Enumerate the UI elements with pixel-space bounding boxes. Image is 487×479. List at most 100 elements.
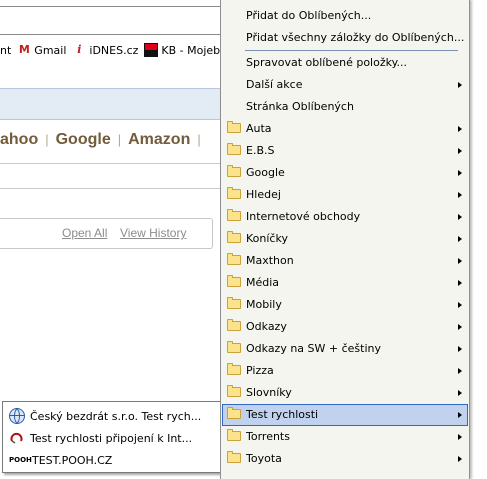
submenu-arrow-icon <box>458 302 462 308</box>
folder-item-mobily[interactable]: Mobily <box>222 294 468 316</box>
gmail-icon: M <box>18 43 30 56</box>
open-all-link[interactable]: Open All <box>62 226 107 240</box>
folder-item-pizza[interactable]: Pizza <box>222 360 468 382</box>
folder-item-google[interactable]: Google <box>222 162 468 184</box>
folder-label: Test rychlosti <box>246 408 319 421</box>
folder-label: Auta <box>246 122 272 135</box>
folder-label: Internetové obchody <box>246 210 361 223</box>
site-link-google[interactable]: Google <box>56 131 111 148</box>
folder-icon <box>227 187 241 199</box>
view-history-link[interactable]: View History <box>120 226 186 240</box>
folder-icon <box>227 253 241 265</box>
submenu-arrow-icon <box>458 258 462 264</box>
kb-icon <box>144 43 159 57</box>
folder-label: Média <box>246 276 280 289</box>
menu-item-manage-favorites[interactable]: Spravovat oblíbené položky... <box>222 52 468 74</box>
folder-icon <box>227 319 241 331</box>
submenu-arrow-icon <box>458 412 462 418</box>
folder-item-hledej[interactable]: Hledej <box>222 184 468 206</box>
folder-icon <box>227 275 241 287</box>
folder-icon <box>227 363 241 375</box>
page-header-band <box>0 88 230 120</box>
folder-item-test-rychlosti[interactable]: Test rychlosti <box>222 404 468 426</box>
folder-icon <box>227 451 241 463</box>
folder-item-odkazy-na-sw[interactable]: Odkazy na SW + češtiny <box>222 338 468 360</box>
menu-item-label: Stránka Oblíbených <box>246 100 354 113</box>
folder-label: Maxthon <box>246 254 294 267</box>
bookmark-idnes[interactable]: i iDNES.cz <box>72 43 138 57</box>
site-link-amazon[interactable]: Amazon <box>128 131 190 148</box>
pooh-icon: POOH <box>9 456 32 464</box>
folder-item-maxthon[interactable]: Maxthon <box>222 250 468 272</box>
folder-icon <box>227 429 241 441</box>
idnes-icon: i <box>77 43 82 56</box>
folder-icon <box>227 121 241 133</box>
menu-item-label: Přidat všechny záložky do Oblíbených... <box>246 31 465 44</box>
folder-item-media[interactable]: Média <box>222 272 468 294</box>
submenu-arrow-icon <box>458 324 462 330</box>
menu-item-label: Přidat do Oblíbených... <box>246 9 372 22</box>
site-link-yahoo[interactable]: ahoo <box>0 131 38 148</box>
autocomplete-item-label: TEST.POOH.CZ <box>32 453 113 467</box>
menu-item-favorites-page[interactable]: Stránka Oblíbených <box>222 96 468 118</box>
folder-icon <box>227 407 241 419</box>
menu-item-label: Další akce <box>246 78 303 91</box>
submenu-arrow-icon <box>458 214 462 220</box>
autocomplete-item[interactable]: Test rychlosti připojení k Int... <box>3 428 220 448</box>
folder-label: E.B.S <box>246 144 275 157</box>
submenu-arrow-icon <box>458 192 462 198</box>
submenu-arrow-icon <box>458 434 462 440</box>
link-separator: | <box>45 132 49 147</box>
folder-label: Google <box>246 166 285 179</box>
globe-icon <box>9 408 25 424</box>
bookmark-gmail[interactable]: M Gmail <box>17 43 67 57</box>
folder-item-torrents[interactable]: Torrents <box>222 426 468 448</box>
folder-label: Torrents <box>246 430 290 443</box>
folder-icon <box>227 209 241 221</box>
folder-item-auta[interactable]: Auta <box>222 118 468 140</box>
history-box: Open All View History <box>0 218 213 249</box>
submenu-arrow-icon <box>458 126 462 132</box>
address-bar[interactable] <box>0 6 226 35</box>
bookmark-gmail-label: Gmail <box>34 43 67 57</box>
folder-icon <box>227 231 241 243</box>
submenu-arrow-icon <box>458 346 462 352</box>
menu-separator <box>245 50 458 51</box>
folder-icon <box>227 165 241 177</box>
bookmarks-bar: nt M Gmail i iDNES.cz KB - Mojebanka <box>0 38 247 62</box>
submenu-arrow-icon <box>458 280 462 286</box>
submenu-arrow-icon <box>458 390 462 396</box>
folder-item-konicky[interactable]: Koníčky <box>222 228 468 250</box>
folder-label: Slovníky <box>246 386 292 399</box>
menu-item-add-favorite[interactable]: Přidat do Oblíbených... <box>222 5 468 27</box>
folder-icon <box>227 385 241 397</box>
divider <box>0 188 230 189</box>
folder-label: Odkazy <box>246 320 287 333</box>
submenu-arrow-icon <box>458 236 462 242</box>
bookmark-partial-label: nt <box>0 43 12 57</box>
autocomplete-popup: Český bezdrát s.r.o. Test rych... Test r… <box>2 401 221 473</box>
site-links: ahoo | Google | Amazon | <box>0 131 230 153</box>
folder-item-ebs[interactable]: E.B.S <box>222 140 468 162</box>
folder-label: Hledej <box>246 188 281 201</box>
submenu-arrow-icon <box>458 170 462 176</box>
favorites-menu: Přidat do Oblíbených... Přidat všechny z… <box>220 0 470 479</box>
folder-label: Mobily <box>246 298 282 311</box>
folder-label: Pizza <box>246 364 274 377</box>
folder-item-slovniky[interactable]: Slovníky <box>222 382 468 404</box>
autocomplete-item[interactable]: Český bezdrát s.r.o. Test rych... <box>3 406 220 426</box>
autocomplete-item-label: Český bezdrát s.r.o. Test rych... <box>30 409 202 423</box>
menu-item-more-actions[interactable]: Další akce <box>222 74 468 96</box>
autocomplete-item-label: Test rychlosti připojení k Int... <box>30 431 193 445</box>
divider <box>0 163 230 164</box>
folder-item-internetove-obchody[interactable]: Internetové obchody <box>222 206 468 228</box>
folder-item-odkazy[interactable]: Odkazy <box>222 316 468 338</box>
folder-item-toyota[interactable]: Toyota <box>222 448 468 470</box>
submenu-arrow-icon <box>458 148 462 154</box>
bookmark-partial[interactable]: nt <box>0 44 11 57</box>
folder-icon <box>227 341 241 353</box>
menu-item-add-all-tabs[interactable]: Přidat všechny záložky do Oblíbených... <box>222 27 468 49</box>
folder-icon <box>227 143 241 155</box>
link-separator: | <box>117 132 122 147</box>
autocomplete-item[interactable]: POOH TEST.POOH.CZ <box>3 450 220 470</box>
